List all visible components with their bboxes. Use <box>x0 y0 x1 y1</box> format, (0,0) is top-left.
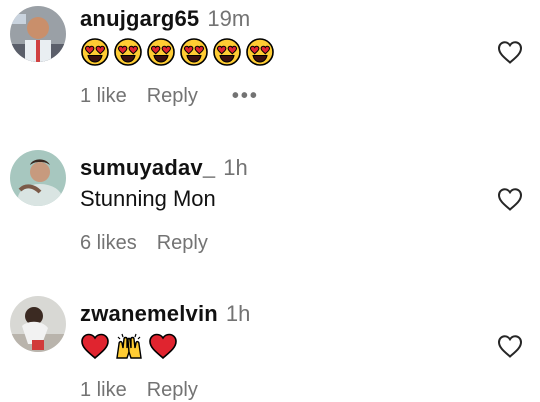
heart-eyes-emoji <box>81 38 109 66</box>
comment-header: sumuyadav_ 1h <box>80 155 248 181</box>
likes-count[interactable]: 6 likes <box>80 232 137 255</box>
avatar[interactable] <box>10 296 66 352</box>
comment-actions: 6 likes Reply <box>80 232 242 255</box>
comment-text <box>80 331 178 361</box>
reply-button[interactable]: Reply <box>147 379 198 402</box>
comment-header: zwanemelvin 1h <box>80 301 250 327</box>
timestamp: 19m <box>207 6 251 31</box>
comment-header: anujgarg65 19m <box>80 6 250 32</box>
red-heart-emoji <box>149 333 177 360</box>
avatar[interactable] <box>10 150 66 206</box>
username[interactable]: zwanemelvin <box>80 301 218 326</box>
username[interactable]: sumuyadav_ <box>80 155 215 180</box>
like-heart-icon[interactable] <box>496 332 524 360</box>
likes-count[interactable]: 1 like <box>80 85 127 108</box>
more-options-icon[interactable]: ••• <box>232 85 259 108</box>
likes-count[interactable]: 1 like <box>80 379 127 402</box>
reply-button[interactable]: Reply <box>147 85 198 108</box>
avatar[interactable] <box>10 6 66 62</box>
like-heart-icon[interactable] <box>496 185 524 213</box>
heart-eyes-emoji <box>147 38 175 66</box>
timestamp: 1h <box>225 301 251 326</box>
like-heart-icon[interactable] <box>496 38 524 66</box>
heart-eyes-emoji <box>114 38 142 66</box>
raising-hands-emoji <box>116 333 142 359</box>
username[interactable]: anujgarg65 <box>80 6 199 31</box>
comment-text: Stunning Mon <box>80 186 216 211</box>
red-heart-emoji <box>81 333 109 360</box>
timestamp: 1h <box>223 155 248 180</box>
heart-eyes-emoji <box>246 38 274 66</box>
heart-eyes-emoji <box>213 38 241 66</box>
comment-text <box>80 37 275 67</box>
comment-actions: 1 like Reply <box>80 379 232 402</box>
reply-button[interactable]: Reply <box>157 232 208 255</box>
comment-actions: 1 like Reply ••• <box>80 85 259 108</box>
heart-eyes-emoji <box>180 38 208 66</box>
